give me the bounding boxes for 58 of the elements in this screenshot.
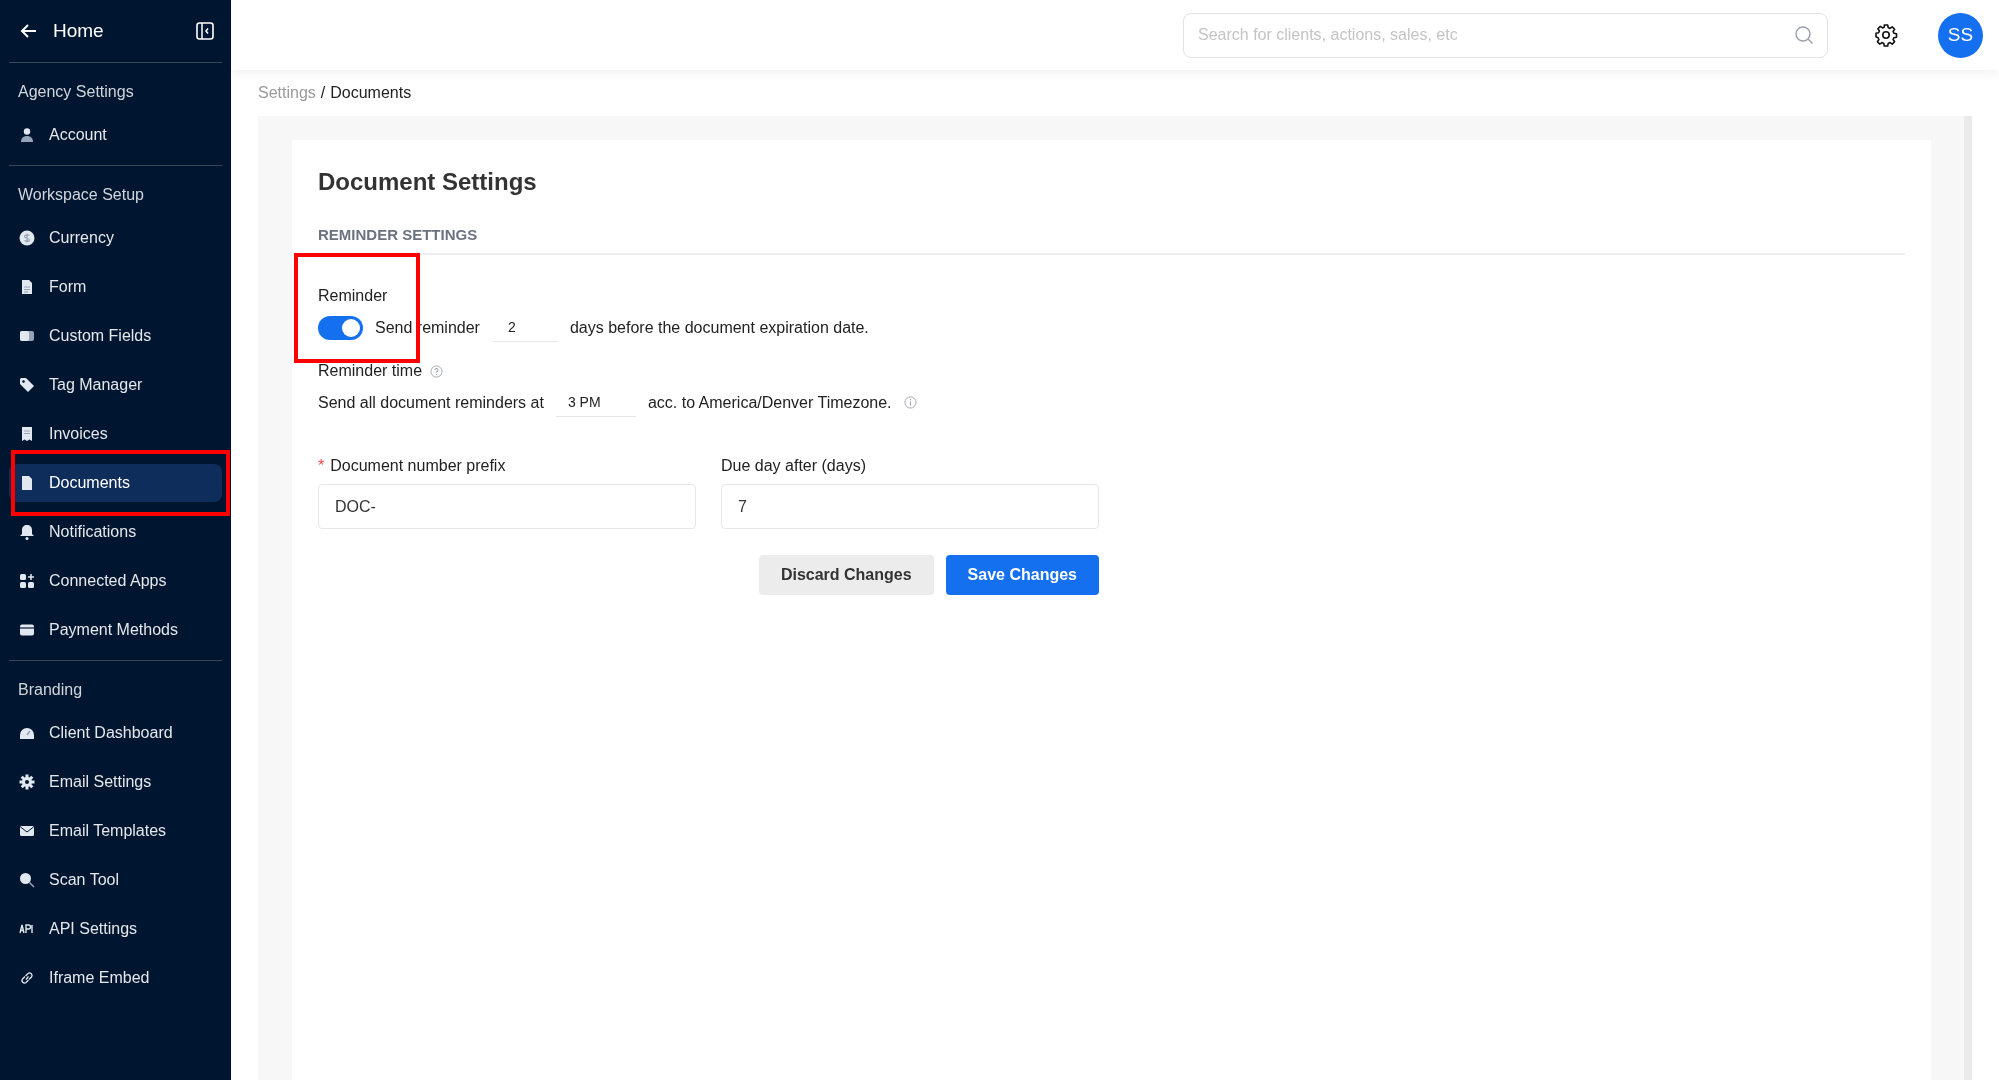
- sidebar-item[interactable]: Connected Apps: [9, 562, 222, 600]
- card-icon: [19, 328, 35, 344]
- field-label: Due day after (days): [721, 457, 866, 475]
- credit-card-icon: [19, 622, 35, 638]
- section-heading: REMINDER SETTINGS: [318, 226, 1905, 255]
- reminder-text: days before the document expiration date.: [569, 318, 869, 337]
- reminder-text: Send reminder: [375, 318, 480, 337]
- gauge-icon: [19, 725, 35, 741]
- sidebar-item[interactable]: Notifications: [9, 513, 222, 551]
- sidebar-item[interactable]: Email Templates: [9, 812, 222, 850]
- reminder-time-text: Send all document reminders at: [318, 393, 544, 412]
- required-mark: *: [318, 457, 325, 475]
- sidebar-item[interactable]: API Settings: [9, 910, 222, 948]
- apps-icon: [19, 573, 35, 589]
- section-heading: Branding: [17, 680, 84, 700]
- sidebar-item[interactable]: Scan Tool: [9, 861, 222, 899]
- toggle-switch[interactable]: [318, 315, 363, 340]
- search-field[interactable]: Search for clients, actions, sales, etc: [1183, 12, 1828, 58]
- sidebar-item[interactable]: Client Dashboard: [9, 714, 222, 752]
- search-icon: [1794, 24, 1814, 45]
- sidebar-item[interactable]: Currency: [9, 219, 222, 257]
- bell-icon: [19, 524, 35, 540]
- coin-icon: [19, 230, 35, 246]
- discard-button[interactable]: Discard Changes: [758, 555, 934, 595]
- person-icon: [19, 127, 35, 143]
- sidebar-item[interactable]: Account: [9, 116, 222, 154]
- breadcrumb-separator: /: [320, 84, 326, 102]
- document-icon: [19, 279, 35, 295]
- gear-icon: [19, 774, 35, 790]
- sidebar-item[interactable]: Email Settings: [9, 763, 222, 801]
- sidebar-item[interactable]: Documents: [9, 464, 222, 502]
- sidebar-item[interactable]: Custom Fields: [9, 317, 222, 355]
- section-heading: Workspace Setup: [17, 185, 145, 205]
- field-label: Reminder time: [318, 362, 423, 380]
- link-icon: [19, 970, 35, 986]
- sidebar-item[interactable]: Payment Methods: [9, 611, 222, 649]
- sidebar-collapse-icon[interactable]: [196, 22, 214, 40]
- field-label: Reminder: [318, 287, 389, 305]
- settings-icon[interactable]: [1874, 23, 1898, 47]
- receipt-icon: [19, 426, 35, 442]
- sidebar-item[interactable]: Iframe Embed: [9, 959, 222, 997]
- sidebar-item[interactable]: Form: [9, 268, 222, 306]
- home-link[interactable]: Home: [19, 20, 104, 42]
- timezone-text: acc. to America/Denver Timezone.: [647, 393, 892, 412]
- field-label: Document number prefix: [330, 457, 506, 475]
- tag-icon: [19, 377, 35, 393]
- document-icon: [19, 475, 35, 491]
- text-field[interactable]: 7: [721, 484, 1099, 529]
- page-title: Document Settings: [318, 168, 538, 196]
- magnifier-icon: [19, 872, 35, 888]
- avatar[interactable]: SS: [1938, 12, 1983, 58]
- save-button[interactable]: Save Changes: [945, 555, 1099, 595]
- section-heading: Agency Settings: [17, 82, 135, 102]
- text-field[interactable]: DOC-: [318, 484, 696, 529]
- sidebar-item[interactable]: Invoices: [9, 415, 222, 453]
- breadcrumb-link[interactable]: Documents: [330, 84, 412, 102]
- sidebar-item[interactable]: Tag Manager: [9, 366, 222, 404]
- envelope-icon: [19, 823, 35, 839]
